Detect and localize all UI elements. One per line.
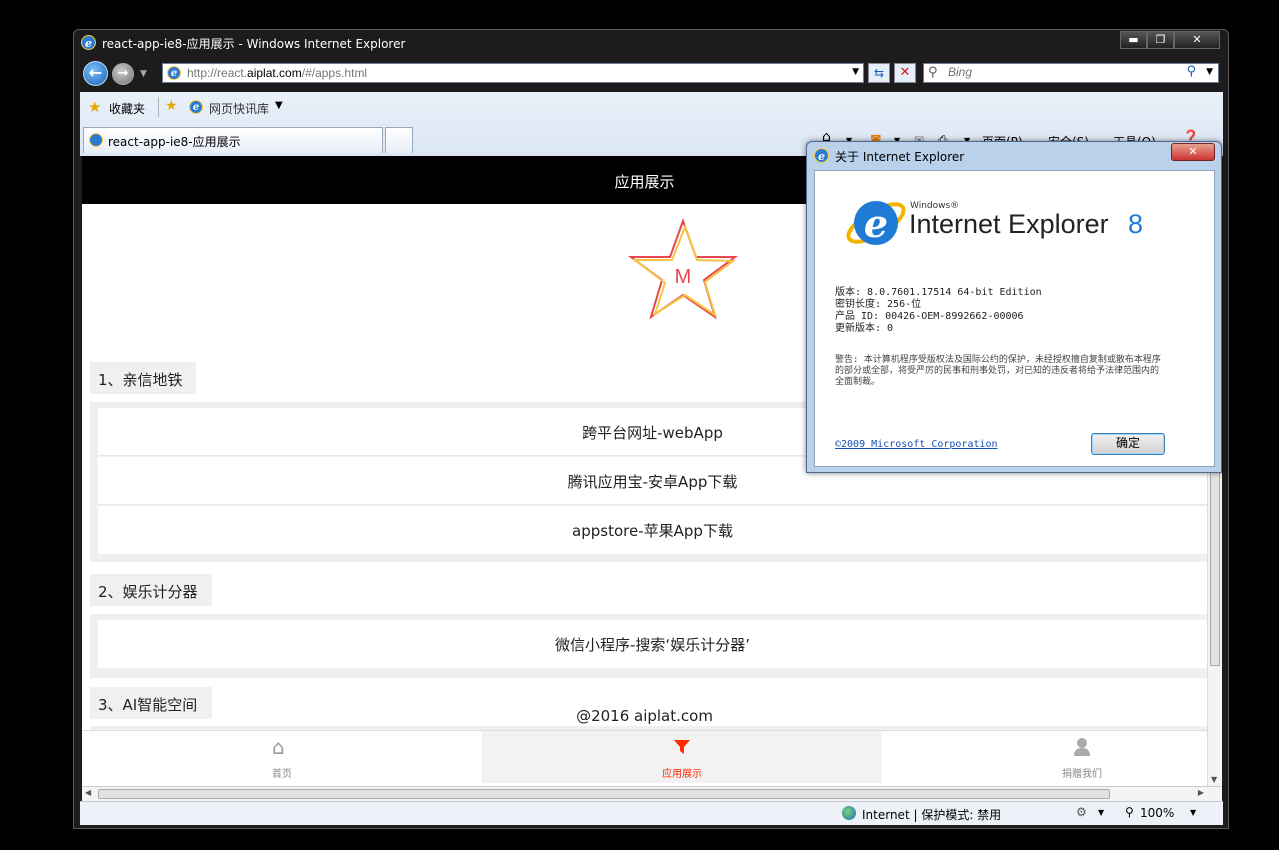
copyright-link[interactable]: ©2009 Microsoft Corporation	[835, 439, 998, 450]
address-bar[interactable]: e http://react.aiplat.com/#/apps.html ▼	[162, 63, 864, 83]
favorites-star-icon: ★	[88, 98, 102, 116]
search-input[interactable]	[948, 65, 1178, 79]
history-dropdown-icon[interactable]: ▼	[140, 69, 147, 79]
list-item[interactable]: appstore-苹果App下载	[98, 506, 1207, 554]
tabbar-label: 首页	[272, 769, 292, 780]
section-title: 2、娱乐计分器	[90, 574, 212, 606]
url-domain: aiplat.com	[247, 66, 302, 80]
search-options-icon[interactable]: ▼	[1206, 67, 1213, 77]
security-zone[interactable]: Internet | 保护模式: 禁用	[862, 806, 1001, 823]
zoom-icon[interactable]: ⚲	[1125, 805, 1134, 819]
favorites-button[interactable]: 收藏夹	[109, 100, 145, 117]
about-dialog: e 关于 Internet Explorer ✕ e Windows® Inte…	[806, 141, 1222, 473]
ie-logo-icon: e	[846, 201, 906, 246]
tab-current[interactable]: react-app-ie8-应用展示	[83, 127, 383, 153]
close-button[interactable]: ✕	[1174, 31, 1220, 49]
dialog-ie-icon: e	[814, 148, 829, 163]
tab-label: react-app-ie8-应用展示	[108, 135, 241, 149]
scroll-down-icon[interactable]: ▼	[1211, 775, 1217, 784]
status-settings-icon[interactable]: ⚙	[1076, 805, 1087, 819]
title-bar: e react-app-ie8-应用展示 - Windows Internet …	[74, 30, 1228, 56]
tabbar-item-apps[interactable]: 应用展示	[482, 731, 882, 783]
tabbar-label: 应用展示	[662, 769, 702, 780]
search-box[interactable]: ⚲ ⚲ ▼	[923, 63, 1219, 83]
logo-letter: M	[675, 266, 692, 288]
status-dropdown-icon[interactable]: ▼	[1098, 808, 1104, 817]
zoom-dropdown-icon[interactable]: ▼	[1190, 808, 1196, 817]
bottom-tab-bar: ⌂ 首页 应用展示 捐赠我们	[82, 730, 1207, 783]
ok-button[interactable]: 确定	[1091, 433, 1165, 455]
scroll-right-icon[interactable]: ▶	[1198, 788, 1204, 797]
url-suffix: /#/apps.html	[301, 66, 368, 80]
navigation-bar: ← → ▼ e http://react.aiplat.com/#/apps.h…	[74, 58, 1228, 92]
favorites-bar: ★ 收藏夹 ★ e 网页快讯库 ▼	[80, 92, 1223, 124]
list-item[interactable]: 微信小程序-搜索‘娱乐计分器’	[98, 620, 1207, 668]
home-icon: ⌂	[272, 735, 285, 759]
url-prefix: http://react.	[187, 66, 248, 80]
product-version: 8	[1128, 209, 1144, 239]
feed-page-icon: e	[189, 100, 203, 114]
ie-logo-icon: e	[81, 35, 96, 50]
dialog-body: e Windows® Internet Explorer 8 版本: 8.0.7…	[814, 170, 1215, 467]
back-button[interactable]: ←	[83, 61, 108, 86]
address-dropdown-icon[interactable]: ▼	[852, 67, 859, 77]
tabbar-item-home[interactable]: ⌂ 首页	[82, 731, 482, 783]
stop-icon[interactable]: ✕	[894, 63, 916, 83]
add-favorite-icon[interactable]: ★	[165, 98, 178, 114]
window-title: react-app-ie8-应用展示 - Windows Internet Ex…	[102, 37, 406, 51]
forward-button[interactable]: →	[112, 63, 134, 85]
legal-warning: 警告: 本计算机程序受版权法及国际公约的保护，未经授权擅自复制或散布本程序的部分…	[835, 355, 1161, 387]
zoom-level[interactable]: 100%	[1140, 806, 1174, 820]
web-slice-gallery-link[interactable]: 网页快讯库	[209, 100, 269, 117]
search-icon[interactable]: ⚲	[1186, 64, 1196, 79]
star-logo-icon: M	[627, 218, 739, 320]
new-tab-button[interactable]	[385, 127, 413, 153]
tab-page-icon	[89, 133, 103, 147]
globe-icon	[842, 806, 856, 820]
refresh-icon[interactable]: ⇆	[868, 63, 890, 83]
search-provider-icon: ⚲	[928, 65, 938, 80]
filter-icon	[674, 740, 690, 754]
minimize-button[interactable]: ▬	[1120, 31, 1147, 49]
maximize-button[interactable]: ❐	[1147, 31, 1174, 49]
horizontal-scrollbar[interactable]: ◀ ▶	[82, 786, 1222, 801]
page-icon: e	[167, 66, 181, 80]
footer-copyright: @2016 aiplat.com	[576, 707, 713, 725]
section-card: 微信小程序-搜索‘娱乐计分器’	[90, 614, 1207, 678]
favbar-divider	[158, 97, 159, 117]
scroll-left-icon[interactable]: ◀	[85, 788, 91, 797]
status-bar: Internet | 保护模式: 禁用 ⚙ ▼ ⚲ 100% ▼	[80, 801, 1223, 825]
user-icon	[1074, 738, 1090, 756]
svg-text:e: e	[864, 201, 888, 246]
feed-dropdown-icon[interactable]: ▼	[275, 100, 283, 111]
dialog-close-button[interactable]: ✕	[1171, 143, 1215, 161]
tabbar-item-donate[interactable]: 捐赠我们	[882, 731, 1222, 783]
dialog-title: 关于 Internet Explorer	[835, 150, 965, 164]
product-name: Internet Explorer	[909, 209, 1109, 239]
tabbar-label: 捐赠我们	[1062, 769, 1102, 780]
section-title: 1、亲信地铁	[90, 362, 196, 394]
update-text: 更新版本: 0	[835, 323, 894, 334]
horizontal-scroll-thumb[interactable]	[98, 789, 1110, 799]
